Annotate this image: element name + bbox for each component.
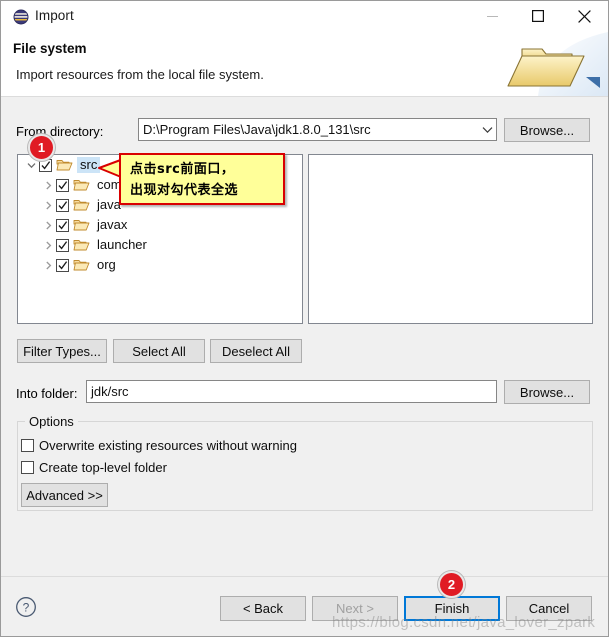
annotation-callout: 点击src前面口， 出现对勾代表全选 xyxy=(119,153,285,205)
select-all-button[interactable]: Select All xyxy=(113,339,205,363)
tree-item-label: org xyxy=(97,257,116,272)
into-folder-input[interactable]: jdk/src xyxy=(86,380,497,403)
folder-icon xyxy=(73,198,90,212)
tree-item-javax[interactable]: javax xyxy=(18,215,302,235)
create-top-level-folder-checkbox[interactable] xyxy=(21,461,34,474)
title-bar: Import xyxy=(1,1,608,33)
chevron-down-icon[interactable] xyxy=(23,161,39,170)
minimize-button[interactable] xyxy=(469,1,515,31)
tree-item-label: javax xyxy=(97,217,128,232)
overwrite-existing-checkbox[interactable] xyxy=(21,439,34,452)
folder-icon xyxy=(56,158,73,172)
chevron-right-icon[interactable] xyxy=(40,221,56,230)
tree-item-launcher[interactable]: launcher xyxy=(18,235,302,255)
maximize-button[interactable] xyxy=(515,1,561,31)
chevron-right-icon[interactable] xyxy=(40,241,56,250)
advanced-button[interactable]: Advanced >> xyxy=(21,483,108,507)
filter-types-button[interactable]: Filter Types... xyxy=(17,339,107,363)
finish-button[interactable]: Finish xyxy=(404,596,500,621)
file-list-pane[interactable] xyxy=(308,154,593,324)
folder-icon xyxy=(73,258,90,272)
tree-checkbox[interactable] xyxy=(56,258,69,272)
page-title: File system xyxy=(13,41,87,56)
step-badge-2: 2 xyxy=(438,571,465,598)
callout-line-2: 出现对勾代表全选 xyxy=(130,183,239,198)
chevron-right-icon[interactable] xyxy=(40,201,56,210)
tree-checkbox[interactable] xyxy=(56,198,69,212)
into-folder-label: Into folder: xyxy=(16,386,78,401)
callout-line-1: 点击src前面口， xyxy=(130,162,235,177)
tree-checkbox[interactable] xyxy=(56,218,69,232)
create-top-level-folder-checkbox-row[interactable]: Create top-level folder xyxy=(21,460,167,475)
wizard-header: File system Import resources from the lo… xyxy=(1,32,608,96)
close-button[interactable] xyxy=(561,1,607,31)
open-folder-illustration-icon xyxy=(498,32,608,96)
tree-item-label: launcher xyxy=(97,237,147,252)
deselect-all-button[interactable]: Deselect All xyxy=(210,339,302,363)
window-title: Import xyxy=(35,8,74,23)
from-directory-combo[interactable]: D:\Program Files\Java\jdk1.8.0_131\src xyxy=(138,118,497,141)
maximize-icon xyxy=(532,10,544,22)
svg-text:?: ? xyxy=(23,601,30,615)
chevron-right-icon[interactable] xyxy=(40,181,56,190)
create-top-level-folder-label: Create top-level folder xyxy=(39,460,167,475)
options-legend: Options xyxy=(25,414,78,429)
browse-from-directory-button[interactable]: Browse... xyxy=(504,118,590,142)
tree-item-org[interactable]: org xyxy=(18,255,302,275)
help-question-icon[interactable]: ? xyxy=(15,596,37,618)
from-directory-value: D:\Program Files\Java\jdk1.8.0_131\src xyxy=(143,122,371,137)
tree-checkbox[interactable] xyxy=(56,238,69,252)
page-description: Import resources from the local file sys… xyxy=(16,67,264,82)
tree-checkbox[interactable] xyxy=(56,178,69,192)
chevron-right-icon[interactable] xyxy=(40,261,56,270)
overwrite-existing-checkbox-row[interactable]: Overwrite existing resources without war… xyxy=(21,438,297,453)
into-folder-value: jdk/src xyxy=(91,384,129,399)
folder-icon xyxy=(73,178,90,192)
back-button[interactable]: < Back xyxy=(220,596,306,621)
next-button: Next > xyxy=(312,596,398,621)
chevron-down-icon[interactable] xyxy=(478,126,496,134)
close-icon xyxy=(577,9,591,23)
cancel-button[interactable]: Cancel xyxy=(506,596,592,621)
eclipse-icon xyxy=(13,9,29,25)
folder-icon xyxy=(73,218,90,232)
folder-icon xyxy=(73,238,90,252)
from-directory-label: From directory: xyxy=(16,124,104,139)
overwrite-existing-label: Overwrite existing resources without war… xyxy=(39,438,297,453)
minimize-icon xyxy=(486,11,498,22)
browse-into-folder-button[interactable]: Browse... xyxy=(504,380,590,404)
import-dialog-window: Import File system Import resources from… xyxy=(0,0,609,637)
step-badge-1: 1 xyxy=(28,134,55,161)
